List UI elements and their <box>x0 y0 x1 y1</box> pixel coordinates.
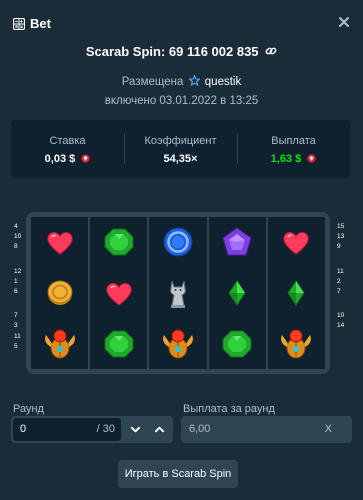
blue-gem-icon <box>163 227 193 257</box>
scarab-icon <box>44 329 75 359</box>
round-payout-value: 6,00 <box>189 423 211 435</box>
reel-cell <box>268 318 325 369</box>
currency-icon <box>81 154 90 163</box>
payline-number: 12 <box>14 267 22 275</box>
scarab-icon <box>163 329 193 359</box>
heart-icon <box>283 232 310 255</box>
reel-column <box>149 217 207 369</box>
paylines-right: 15 13 9 11 2 7 10 14 <box>337 222 344 332</box>
round-up-button[interactable] <box>147 418 172 441</box>
reel-column <box>208 217 266 369</box>
currency-icon <box>307 154 316 163</box>
payline-number: 4 <box>14 223 18 230</box>
payline-number: 7 <box>14 312 18 320</box>
play-game-button[interactable]: Играть в Scarab Spin <box>118 460 238 488</box>
reel-cell <box>268 217 325 268</box>
payline-number: 15 <box>337 223 345 230</box>
round-payout-field: 6,00 X <box>181 416 352 443</box>
bet-slip-icon <box>13 18 25 30</box>
payline-number: 13 <box>337 233 345 241</box>
cat-statue-icon <box>170 280 186 308</box>
bet-id-title: Scarab Spin: 69 116 002 835 <box>0 44 363 59</box>
reel-column <box>267 217 325 369</box>
round-value: 0 <box>20 423 27 435</box>
link-icon[interactable] <box>265 45 277 57</box>
reel-cell <box>149 318 206 369</box>
reel-cell <box>209 217 266 268</box>
payline-number: 8 <box>14 243 18 251</box>
payline-number: 14 <box>337 322 345 330</box>
payline-number: 2 <box>337 277 341 285</box>
reel-cell <box>209 318 266 369</box>
multiplier-suffix: X <box>324 423 332 435</box>
bet-timestamp: включено 03.01.2022 в 13:25 <box>104 95 259 107</box>
payline-number: 11 <box>14 332 21 340</box>
reel-cell <box>90 318 147 369</box>
multiplier-label: Коэффициент <box>144 135 217 147</box>
coin-icon <box>47 280 73 305</box>
emerald-icon <box>104 330 134 358</box>
payline-number: 9 <box>337 243 341 251</box>
modal-header: Bet <box>0 0 363 44</box>
payout-amount: 1,63 $ <box>270 153 302 165</box>
multiplier-value: 54,35× <box>163 153 198 165</box>
payline-number: 7 <box>337 288 341 296</box>
multiplier-stat: Коэффициент 54,35× <box>124 120 237 178</box>
scarab-icon <box>281 329 312 359</box>
round-input[interactable]: 0 / 30 <box>13 418 121 441</box>
payline-number: 5 <box>14 342 18 350</box>
reel-cell <box>209 268 266 319</box>
payline-number: 1 <box>14 277 18 285</box>
emerald-icon <box>222 330 252 358</box>
round-down-button[interactable] <box>123 418 148 441</box>
stake-amount: 0,03 $ <box>44 153 76 165</box>
payline-number: 10 <box>14 233 22 241</box>
slot-board <box>26 212 330 374</box>
reel-cell <box>268 268 325 319</box>
paylines-left: 4 10 8 12 1 6 7 3 11 5 <box>14 222 21 352</box>
reel-cell <box>90 268 147 319</box>
payout-value: 1,63 $ <box>237 153 350 165</box>
payout-label: Выплата <box>271 135 316 147</box>
payline-number: 6 <box>14 288 18 296</box>
reel-cell <box>149 217 206 268</box>
heart-icon <box>106 282 132 306</box>
close-icon[interactable] <box>337 15 351 29</box>
reel-cell <box>31 217 88 268</box>
heart-icon <box>46 232 73 255</box>
payout-stat: Выплата 1,63 $ <box>237 120 350 178</box>
stake-stat: Ставка 0,03 $ <box>11 120 124 178</box>
stake-value: 0,03 $ <box>11 153 124 165</box>
payline-number: 3 <box>14 322 18 330</box>
green-diamond-icon <box>287 280 305 306</box>
placed-by: Размещена questik <box>0 75 363 88</box>
reel-column <box>90 217 148 369</box>
payline-number: 10 <box>337 312 345 320</box>
placed-label: Размещена <box>121 76 184 88</box>
bet-id-text: Scarab Spin: 69 116 002 835 <box>85 44 259 59</box>
vip-star-icon <box>188 75 200 86</box>
reel-cell <box>31 318 88 369</box>
purple-gem-icon <box>222 227 252 256</box>
reel-cell <box>90 217 147 268</box>
username-link[interactable]: questik <box>205 76 241 88</box>
green-diamond-icon <box>228 280 246 306</box>
payline-number: 11 <box>337 267 344 275</box>
round-max: / 30 <box>96 423 115 435</box>
round-payout-label: Выплата за раунд <box>183 403 275 415</box>
reel-cell <box>31 268 88 319</box>
chevron-down-icon <box>130 426 141 433</box>
reel-column <box>31 217 89 369</box>
chevron-up-icon <box>154 426 165 433</box>
modal-title: Bet <box>30 16 51 31</box>
round-label: Раунд <box>13 403 44 415</box>
round-stepper: 0 / 30 <box>11 416 173 443</box>
bet-stats-panel: Ставка 0,03 $ Коэффициент 54,35× Выплата… <box>11 120 350 178</box>
reels-grid <box>31 217 325 369</box>
emerald-icon <box>104 228 134 256</box>
reel-cell <box>149 268 206 319</box>
stake-label: Ставка <box>49 135 86 147</box>
